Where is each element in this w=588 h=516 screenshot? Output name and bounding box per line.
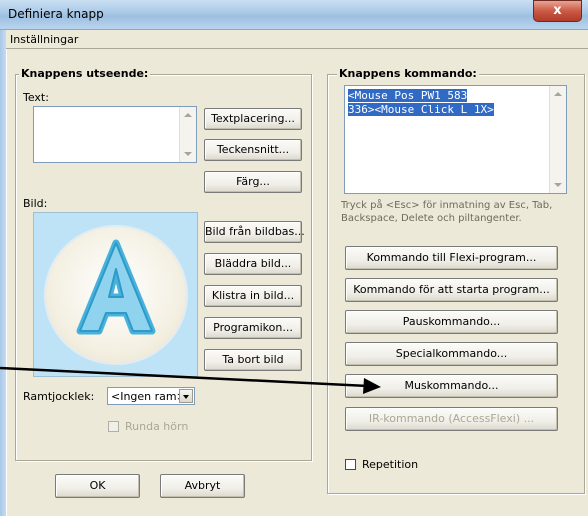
annotation-arrow-icon: [0, 366, 381, 394]
